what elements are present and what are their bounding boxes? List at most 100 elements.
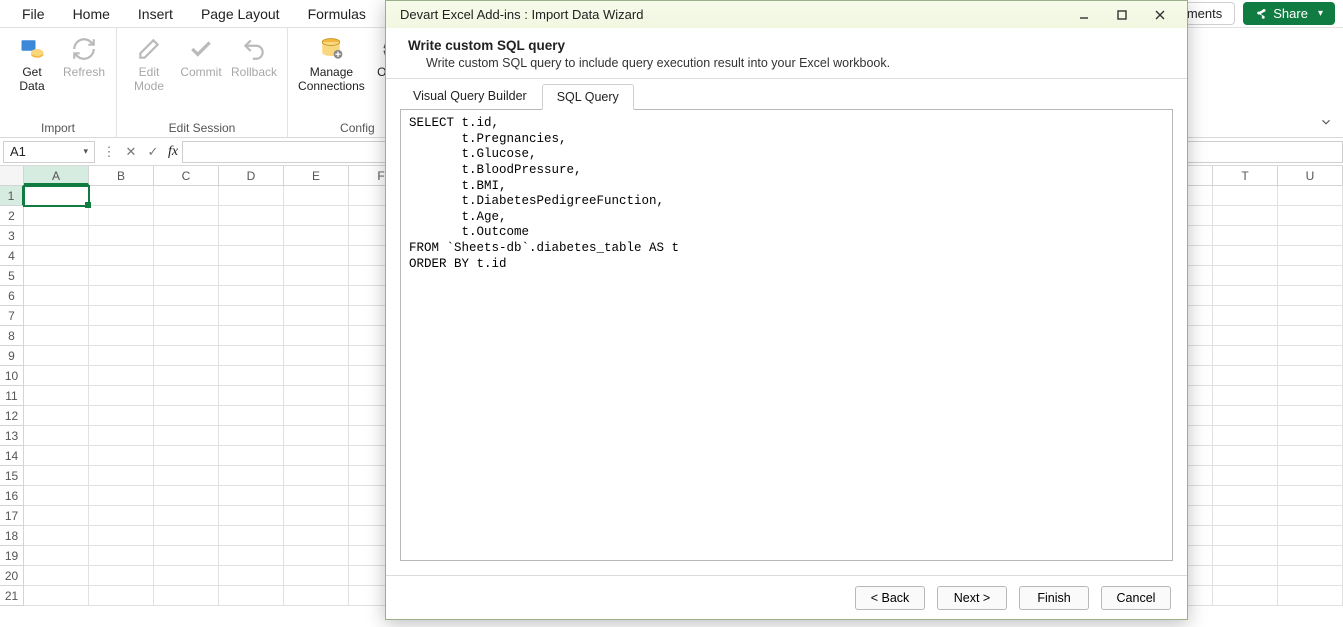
commit-button[interactable]: Commit bbox=[179, 34, 223, 80]
row-header-19[interactable]: 19 bbox=[0, 546, 24, 566]
cell-U9[interactable] bbox=[1278, 346, 1343, 366]
dialog-titlebar[interactable]: Devart Excel Add-ins : Import Data Wizar… bbox=[386, 1, 1187, 28]
cell-T2[interactable] bbox=[1213, 206, 1278, 226]
row-header-2[interactable]: 2 bbox=[0, 206, 24, 226]
cell-B1[interactable] bbox=[89, 186, 154, 206]
cell-E1[interactable] bbox=[284, 186, 349, 206]
get-data-button[interactable]: GetData bbox=[10, 34, 54, 94]
column-header-U[interactable]: U bbox=[1278, 166, 1343, 185]
column-header-D[interactable]: D bbox=[219, 166, 284, 185]
cell-E20[interactable] bbox=[284, 566, 349, 586]
cell-A15[interactable] bbox=[24, 466, 89, 486]
cell-U5[interactable] bbox=[1278, 266, 1343, 286]
cell-T21[interactable] bbox=[1213, 586, 1278, 606]
cell-E3[interactable] bbox=[284, 226, 349, 246]
cell-B4[interactable] bbox=[89, 246, 154, 266]
cell-E7[interactable] bbox=[284, 306, 349, 326]
cell-E14[interactable] bbox=[284, 446, 349, 466]
cell-D10[interactable] bbox=[219, 366, 284, 386]
menu-page-layout[interactable]: Page Layout bbox=[187, 2, 294, 26]
column-header-A[interactable]: A bbox=[24, 166, 89, 185]
cell-E12[interactable] bbox=[284, 406, 349, 426]
cell-C13[interactable] bbox=[154, 426, 219, 446]
cell-B18[interactable] bbox=[89, 526, 154, 546]
cell-D16[interactable] bbox=[219, 486, 284, 506]
cell-T13[interactable] bbox=[1213, 426, 1278, 446]
cell-U11[interactable] bbox=[1278, 386, 1343, 406]
cell-B6[interactable] bbox=[89, 286, 154, 306]
cell-E11[interactable] bbox=[284, 386, 349, 406]
cell-T8[interactable] bbox=[1213, 326, 1278, 346]
cell-T6[interactable] bbox=[1213, 286, 1278, 306]
column-header-B[interactable]: B bbox=[89, 166, 154, 185]
cell-B2[interactable] bbox=[89, 206, 154, 226]
cell-U4[interactable] bbox=[1278, 246, 1343, 266]
cell-U15[interactable] bbox=[1278, 466, 1343, 486]
cell-A11[interactable] bbox=[24, 386, 89, 406]
cell-B12[interactable] bbox=[89, 406, 154, 426]
cell-T19[interactable] bbox=[1213, 546, 1278, 566]
cell-B19[interactable] bbox=[89, 546, 154, 566]
cell-C14[interactable] bbox=[154, 446, 219, 466]
cell-B11[interactable] bbox=[89, 386, 154, 406]
cell-E17[interactable] bbox=[284, 506, 349, 526]
cell-C11[interactable] bbox=[154, 386, 219, 406]
select-all-corner[interactable] bbox=[0, 166, 24, 185]
row-header-13[interactable]: 13 bbox=[0, 426, 24, 446]
row-header-7[interactable]: 7 bbox=[0, 306, 24, 326]
cell-A4[interactable] bbox=[24, 246, 89, 266]
next-button[interactable]: Next > bbox=[937, 586, 1007, 610]
cell-A19[interactable] bbox=[24, 546, 89, 566]
cell-C3[interactable] bbox=[154, 226, 219, 246]
cell-B21[interactable] bbox=[89, 586, 154, 606]
cell-B13[interactable] bbox=[89, 426, 154, 446]
manage-connections-button[interactable]: ManageConnections bbox=[298, 34, 365, 94]
cell-A17[interactable] bbox=[24, 506, 89, 526]
sql-editor[interactable] bbox=[409, 116, 1164, 554]
refresh-button[interactable]: Refresh bbox=[62, 34, 106, 80]
cancel-formula-button[interactable]: ✕ bbox=[120, 144, 142, 160]
cell-B17[interactable] bbox=[89, 506, 154, 526]
cell-A10[interactable] bbox=[24, 366, 89, 386]
cell-D3[interactable] bbox=[219, 226, 284, 246]
row-header-11[interactable]: 11 bbox=[0, 386, 24, 406]
tab-visual-query-builder[interactable]: Visual Query Builder bbox=[398, 83, 542, 109]
cell-D21[interactable] bbox=[219, 586, 284, 606]
cell-C12[interactable] bbox=[154, 406, 219, 426]
cell-T1[interactable] bbox=[1213, 186, 1278, 206]
cell-E10[interactable] bbox=[284, 366, 349, 386]
cell-U17[interactable] bbox=[1278, 506, 1343, 526]
cell-E21[interactable] bbox=[284, 586, 349, 606]
cell-U13[interactable] bbox=[1278, 426, 1343, 446]
cell-U12[interactable] bbox=[1278, 406, 1343, 426]
cell-U20[interactable] bbox=[1278, 566, 1343, 586]
cell-A8[interactable] bbox=[24, 326, 89, 346]
cell-A1[interactable] bbox=[24, 186, 89, 206]
row-header-17[interactable]: 17 bbox=[0, 506, 24, 526]
cancel-button[interactable]: Cancel bbox=[1101, 586, 1171, 610]
cell-B5[interactable] bbox=[89, 266, 154, 286]
cell-D5[interactable] bbox=[219, 266, 284, 286]
menu-formulas[interactable]: Formulas bbox=[294, 2, 380, 26]
back-button[interactable]: < Back bbox=[855, 586, 925, 610]
cell-E13[interactable] bbox=[284, 426, 349, 446]
cell-A3[interactable] bbox=[24, 226, 89, 246]
cell-B3[interactable] bbox=[89, 226, 154, 246]
column-header-C[interactable]: C bbox=[154, 166, 219, 185]
cell-D13[interactable] bbox=[219, 426, 284, 446]
cell-C21[interactable] bbox=[154, 586, 219, 606]
cell-C19[interactable] bbox=[154, 546, 219, 566]
cell-C15[interactable] bbox=[154, 466, 219, 486]
row-header-14[interactable]: 14 bbox=[0, 446, 24, 466]
row-header-8[interactable]: 8 bbox=[0, 326, 24, 346]
cell-A5[interactable] bbox=[24, 266, 89, 286]
cell-E18[interactable] bbox=[284, 526, 349, 546]
cell-T7[interactable] bbox=[1213, 306, 1278, 326]
cell-E6[interactable] bbox=[284, 286, 349, 306]
ribbon-collapse-button[interactable] bbox=[1317, 113, 1335, 131]
cell-E4[interactable] bbox=[284, 246, 349, 266]
cell-C8[interactable] bbox=[154, 326, 219, 346]
cell-A16[interactable] bbox=[24, 486, 89, 506]
fx-icon[interactable]: fx bbox=[164, 144, 182, 160]
share-button[interactable]: Share ▾ bbox=[1243, 2, 1335, 25]
